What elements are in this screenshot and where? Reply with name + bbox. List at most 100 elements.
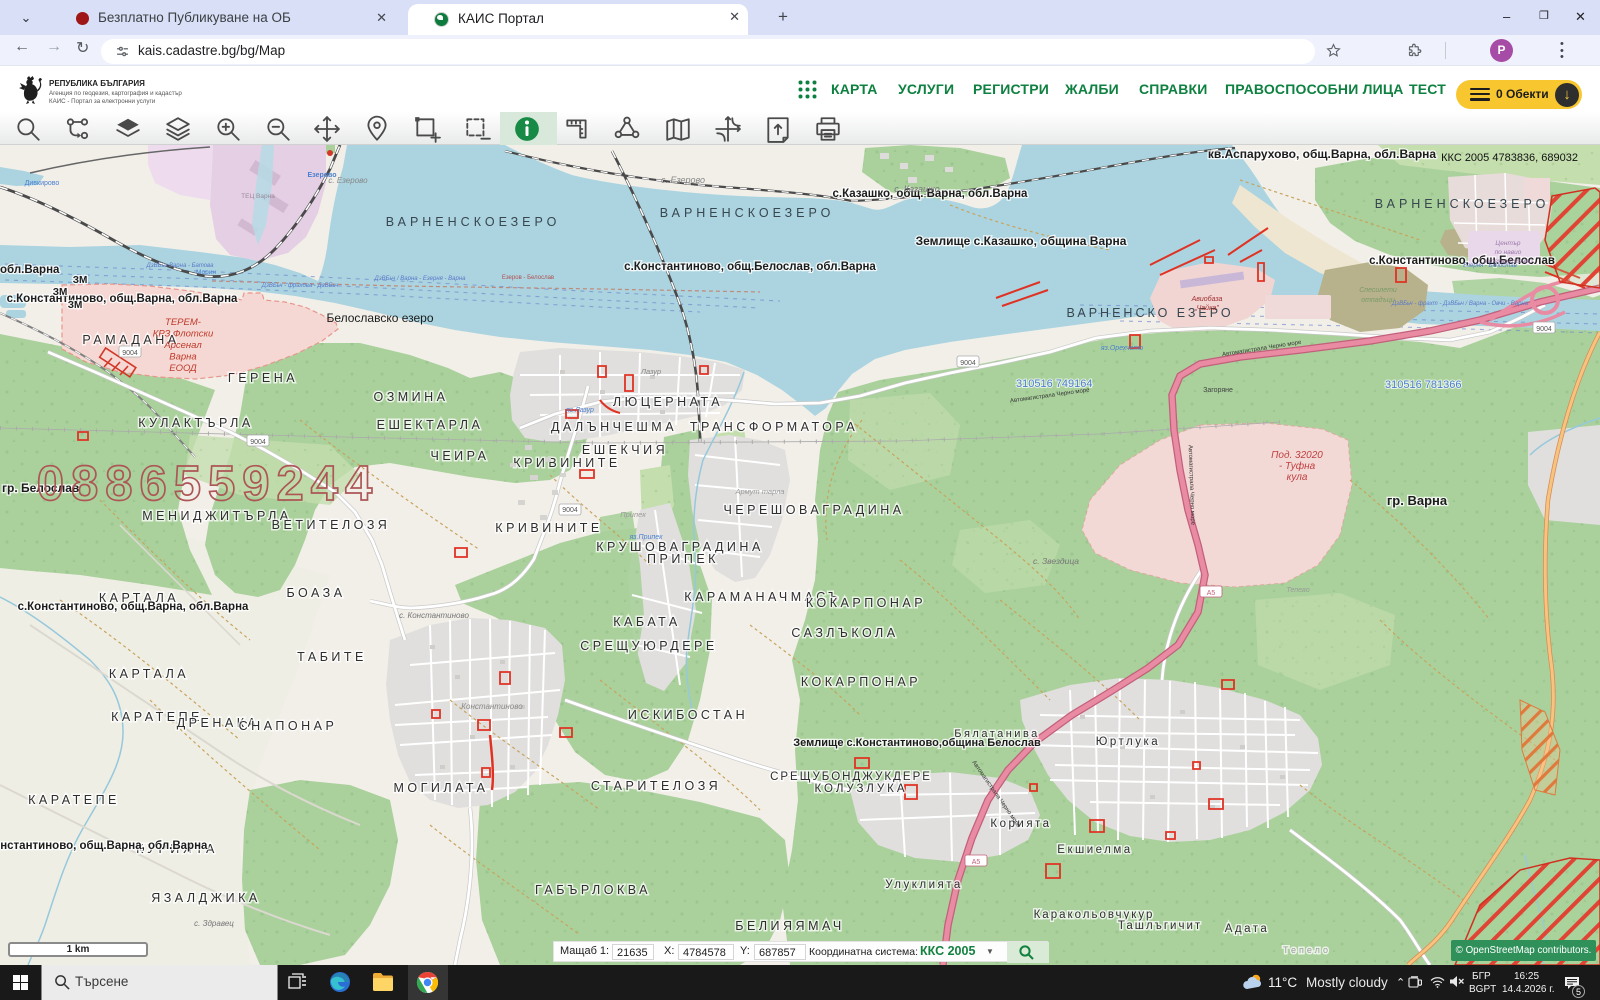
svg-text:310516 781366: 310516 781366: [1385, 379, 1461, 391]
svg-text:отпадъци: отпадъци: [1361, 296, 1395, 304]
svg-text:Загоряне: Загоряне: [1203, 387, 1233, 394]
svg-text:яз.Орехчето: яз.Орехчето: [1100, 345, 1143, 352]
svg-text:ОЗМИНА: ОЗМИНА: [373, 390, 448, 404]
svg-text:ТЕРЕМ-: ТЕРЕМ-: [165, 317, 201, 328]
svg-text:кула: кула: [1287, 472, 1308, 483]
svg-text:КРИВИНИТЕ: КРИВИНИТЕ: [495, 521, 602, 535]
svg-text:ИСКИБОСТАН: ИСКИБОСТАН: [628, 708, 748, 722]
svg-text:гр. Варна: гр. Варна: [1387, 493, 1448, 508]
svg-text:КАБАТА: КАБАТА: [613, 615, 680, 629]
svg-text:ЗМ: ЗМ: [73, 275, 88, 286]
svg-text:с.Константиново, общ.Белослав,: с.Константиново, общ.Белослав, обл.Варна: [624, 261, 876, 273]
svg-text:яз.Припек: яз.Припек: [629, 534, 664, 541]
svg-text:КУЛАКТЪРЛА: КУЛАКТЪРЛА: [138, 416, 253, 430]
svg-text:ВАРНЕНСКОЕЗЕРО: ВАРНЕНСКОЕЗЕРО: [386, 215, 561, 229]
svg-text:ДАЛЪНЧЕШМА: ДАЛЪНЧЕШМА: [551, 420, 677, 434]
svg-text:СТАРИТЕЛОЗЯ: СТАРИТЕЛОЗЯ: [591, 779, 721, 793]
svg-text:ГАБЪРЛОКВА: ГАБЪРЛОКВА: [535, 883, 651, 897]
svg-text:- Туфна: - Туфна: [1279, 460, 1316, 472]
svg-text:с.Константиново, общ.Варна, об: с.Константиново, общ.Варна, обл.Варна: [7, 293, 238, 305]
svg-text:А5: А5: [972, 859, 981, 866]
svg-text:КОЛУЗЛУКА: КОЛУЗЛУКА: [814, 783, 907, 795]
svg-text:ДзВБьч - фрахова - ДзВБьч: ДзВБьч - фрахова - ДзВБьч: [261, 283, 339, 289]
svg-text:9004: 9004: [122, 350, 138, 357]
svg-text:КРЗ Флотски: КРЗ Флотски: [153, 329, 214, 340]
svg-text:ТРАНСФОРМАТОРА: ТРАНСФОРМАТОРА: [690, 420, 858, 434]
svg-text:с.Константиново, общ.Варна, об: с.Константиново, общ.Варна, обл.Варна: [18, 601, 249, 613]
svg-text:ПРИПЕК: ПРИПЕК: [647, 552, 719, 566]
svg-text:Землище с.Казашко, община Варн: Землище с.Казашко, община Варна: [916, 234, 1127, 248]
svg-text:СНАПОНАР: СНАПОНАР: [239, 719, 338, 733]
svg-text:9004: 9004: [250, 439, 266, 446]
svg-text:с. Езерово: с. Езерово: [328, 176, 368, 185]
svg-text:Белославско езеро: Белославско езеро: [326, 311, 433, 325]
svg-text:Арсенал: Арсенал: [163, 340, 202, 351]
svg-text:ДзВБьч - фрахт - ДзВБьч / Варн: ДзВБьч - фрахт - ДзВБьч / Варна - Овчи -…: [1391, 301, 1529, 307]
svg-text:СРЕЩУБОНДЖУКДЕРЕ: СРЕЩУБОНДЖУКДЕРЕ: [770, 771, 932, 783]
svg-text:ЗМ: ЗМ: [53, 287, 68, 298]
svg-text:9004: 9004: [562, 507, 578, 514]
svg-text:Землище с.Константиново,община: Землище с.Константиново,община Белослав: [793, 737, 1041, 749]
svg-text:9004: 9004: [960, 360, 976, 367]
svg-text:ТАБИТЕ: ТАБИТЕ: [297, 650, 367, 664]
svg-text:0886559244: 0886559244: [37, 457, 380, 511]
svg-text:ЧЕИРА: ЧЕИРА: [431, 449, 490, 463]
svg-text:Варна: Варна: [169, 352, 196, 363]
svg-text:обл.Варна: обл.Варна: [0, 264, 60, 276]
svg-text:ЕООД: ЕООД: [169, 363, 197, 374]
svg-text:с. Звездица: с. Звездица: [1033, 556, 1079, 566]
svg-text:ВЕТИТЕЛОЗЯ: ВЕТИТЕЛОЗЯ: [272, 518, 391, 532]
svg-text:КОКАРПОНАР: КОКАРПОНАР: [806, 596, 926, 610]
svg-text:Авиобаза: Авиобаза: [1191, 295, 1223, 303]
svg-text:Ташлъгичит: Ташлъгичит: [1118, 920, 1202, 932]
svg-text:ЛЮЦЕРНАТА: ЛЮЦЕРНАТА: [613, 395, 723, 409]
svg-text:ЕШЕКТАРЛА: ЕШЕКТАРЛА: [377, 418, 484, 432]
svg-text:СРЕЩУЮРДЕРЕ: СРЕЩУЮРДЕРЕ: [580, 639, 717, 653]
svg-text:Тепело: Тепело: [1286, 587, 1309, 594]
svg-text:с. Здравец: с. Здравец: [194, 919, 234, 928]
svg-text:КАРАТЕПЕ: КАРАТЕПЕ: [28, 793, 120, 807]
svg-text:кв.Аспарухово, общ.Варна, обл.: кв.Аспарухово, общ.Варна, обл.Варна: [1208, 147, 1437, 161]
svg-text:Юртлука: Юртлука: [1096, 736, 1160, 748]
svg-text:КОКАРПОНАР: КОКАРПОНАР: [801, 675, 921, 689]
svg-text:ГЕРЕНА: ГЕРЕНА: [228, 371, 298, 385]
svg-text:Спесилети: Спесилети: [1359, 287, 1397, 294]
svg-text:Припек: Припек: [620, 510, 646, 519]
svg-text:КАРТАЛА: КАРТАЛА: [109, 667, 189, 681]
svg-text:Център: Център: [1495, 240, 1521, 247]
svg-text:ЧЕРЕШОВАГРАДИНА: ЧЕРЕШОВАГРАДИНА: [723, 503, 904, 517]
svg-text:ЯЗАЛДЖИКА: ЯЗАЛДЖИКА: [151, 891, 261, 905]
svg-text:Лазур: Лазур: [640, 367, 661, 376]
svg-text:ВАРНЕНСКОЕЗЕРО: ВАРНЕНСКОЕЗЕРО: [660, 206, 835, 220]
svg-text:с. Езерово: с. Езерово: [661, 175, 705, 185]
svg-text:„Чайка": „Чайка": [1194, 304, 1219, 312]
svg-text:с. Казашко: с. Казашко: [894, 184, 939, 194]
svg-text:КРИВИНИТЕ: КРИВИНИТЕ: [513, 456, 620, 470]
svg-text:Езеров - Белослав: Езеров - Белослав: [502, 275, 554, 281]
svg-text:Екшиелма: Екшиелма: [1057, 844, 1132, 856]
svg-text:ЗМ: ЗМ: [68, 300, 83, 311]
svg-text:Тепело: Тепело: [1283, 945, 1331, 955]
svg-text:ДзВБьч / Варна - Езерня - Варн: ДзВБьч / Варна - Езерня - Варна: [374, 276, 467, 282]
svg-text:ТЕЦ Варна: ТЕЦ Варна: [241, 193, 275, 200]
svg-text:Армут тарла: Армут тарла: [735, 487, 785, 496]
svg-text:с. Константиново: с. Константиново: [399, 611, 469, 620]
svg-text:ЕШЕКЧИЯ: ЕШЕКЧИЯ: [582, 443, 668, 457]
svg-text:А5: А5: [1207, 590, 1216, 597]
svg-text:Улуклията: Улуклията: [885, 879, 963, 891]
svg-text:МОГИЛАТА: МОГИЛАТА: [393, 781, 488, 795]
svg-text:БЕЛИЯЯМАЧ: БЕЛИЯЯМАЧ: [735, 919, 844, 933]
svg-text:БОАЗА: БОАЗА: [286, 586, 345, 600]
svg-text:Дивкирово: Дивкирово: [25, 180, 60, 187]
svg-text:ККС 2005 4783836, 689032: ККС 2005 4783836, 689032: [1441, 152, 1578, 164]
svg-text:и технологично: и технологично: [1483, 258, 1533, 265]
svg-text:с.Константиново, общ.Варна, об: с.Константиново, общ.Варна, обл.Варна: [0, 840, 208, 852]
svg-text:Под. 32020: Под. 32020: [1271, 450, 1323, 461]
svg-text:ВАРНЕНСКОЕЗЕРО: ВАРНЕНСКОЕЗЕРО: [1375, 197, 1550, 211]
svg-text:МЕНИДЖИТЪРЛА: МЕНИДЖИТЪРЛА: [142, 509, 291, 523]
svg-text:по навио: по навио: [1495, 249, 1522, 256]
svg-text:Адата: Адата: [1225, 923, 1270, 935]
svg-text:Морин: Морин: [196, 269, 216, 276]
svg-text:Константиново: Константиново: [461, 702, 523, 711]
svg-text:яз Лазур: яз Лазур: [565, 407, 594, 414]
